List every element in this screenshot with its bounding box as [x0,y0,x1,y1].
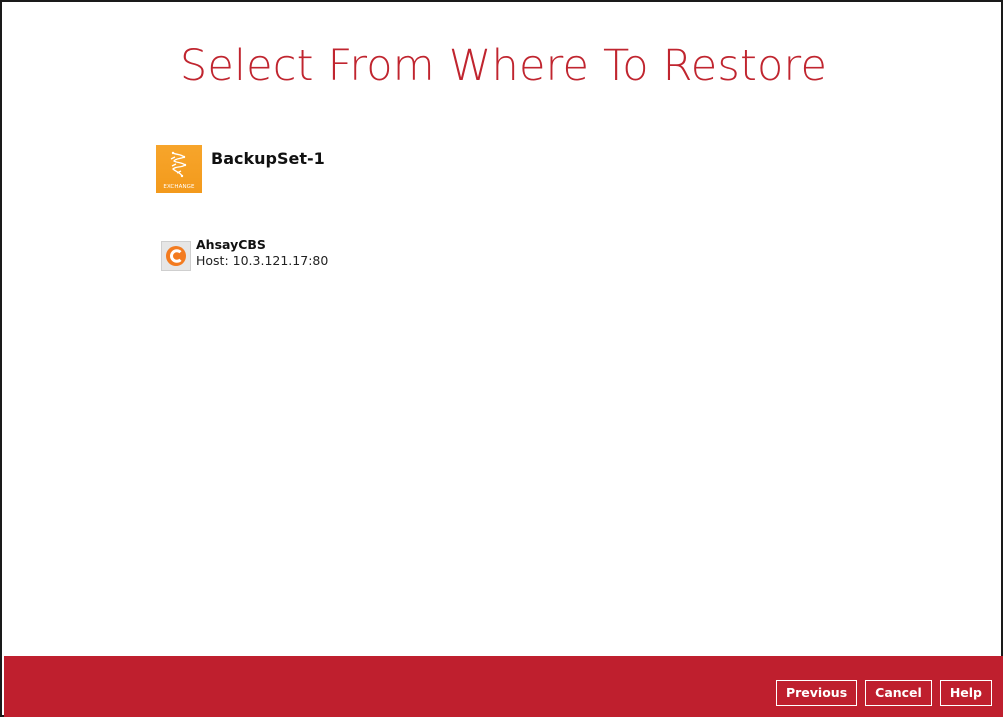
destination-details: AhsayCBS Host: 10.3.121.17:80 [196,237,328,269]
exchange-icon-label: EXCHANGE [163,184,195,190]
ahsay-cbs-icon [161,241,191,271]
backup-set-name: BackupSet-1 [211,149,325,168]
page-title: Select From Where To Restore [179,41,828,91]
destination-item[interactable]: AhsayCBS Host: 10.3.121.17:80 [161,237,328,271]
destination-name: AhsayCBS [196,237,266,252]
footer-bar: Previous Cancel Help [4,656,1003,717]
exchange-icon: EXCHANGE [156,145,202,193]
restore-wizard-window: Select From Where To Restore EXCHANGE Ba… [0,0,1003,717]
destination-host: Host: 10.3.121.17:80 [196,253,329,268]
cancel-button[interactable]: Cancel [865,680,932,706]
help-button[interactable]: Help [939,680,992,706]
backup-set-item[interactable]: EXCHANGE BackupSet-1 [156,145,325,195]
previous-button[interactable]: Previous [775,680,858,706]
footer-buttons: Previous Cancel Help [775,680,992,706]
